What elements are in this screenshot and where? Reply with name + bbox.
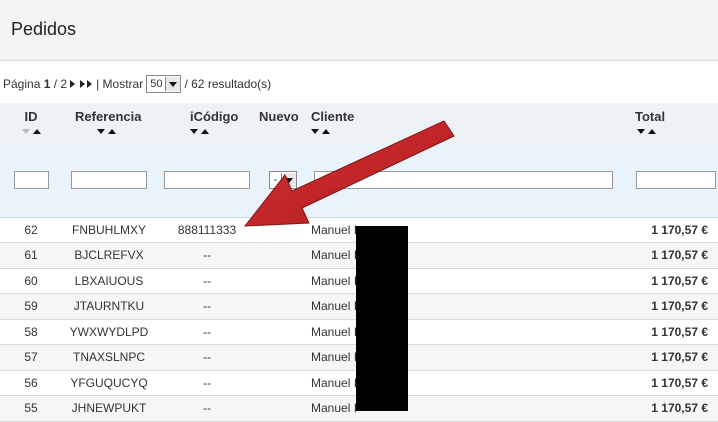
annotation-arrow-icon (243, 120, 455, 227)
